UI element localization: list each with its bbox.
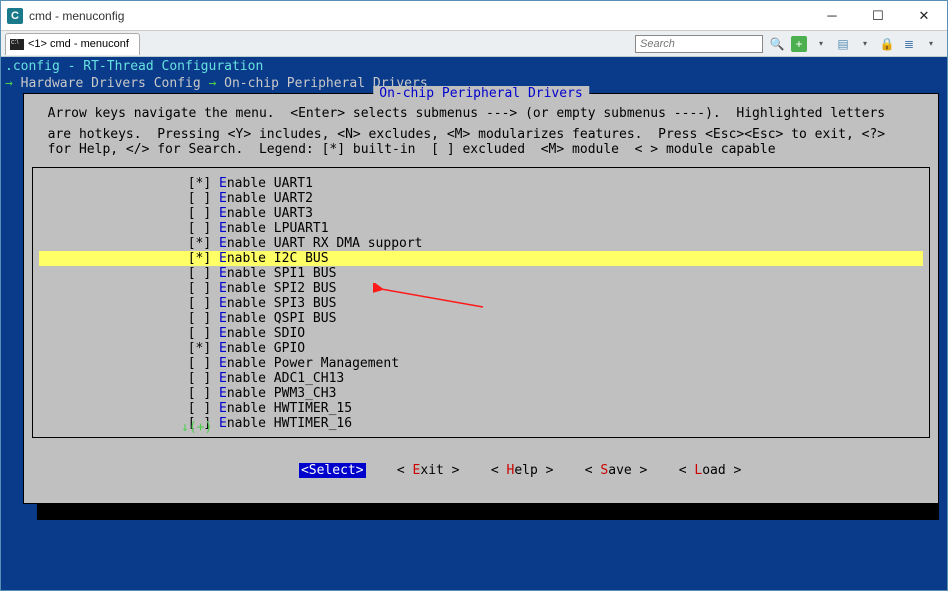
save-button[interactable]: < Save > — [585, 463, 648, 478]
config-title: .config - RT-Thread Configuration — [1, 57, 947, 76]
menu-item[interactable]: [ ] Enable SPI3 BUS — [39, 296, 923, 311]
menu-item[interactable]: [ ] Enable LPUART1 — [39, 221, 923, 236]
help-line: for Help, </> for Search. Legend: [*] bu… — [32, 142, 930, 157]
scroll-down-indicator: ↓(+) — [181, 420, 212, 435]
menu-item[interactable]: [ ] Enable SDIO — [39, 326, 923, 341]
menu-list: [*] Enable UART1 [ ] Enable UART2 [ ] En… — [32, 167, 930, 438]
lock-icon[interactable]: 🔒 — [879, 36, 895, 52]
search-icon[interactable]: 🔍 — [769, 36, 785, 52]
menu-item[interactable]: [ ] Enable SPI1 BUS — [39, 266, 923, 281]
crumb-1: Hardware Drivers Config — [21, 76, 201, 91]
menu-item[interactable]: [ ] Enable UART3 — [39, 206, 923, 221]
search-input[interactable] — [635, 35, 763, 53]
menu-item[interactable]: [*] Enable GPIO — [39, 341, 923, 356]
close-button[interactable]: ✕ — [901, 1, 947, 30]
menu-item[interactable]: [*] Enable UART RX DMA support — [39, 236, 923, 251]
help-line: are hotkeys. Pressing <Y> includes, <N> … — [32, 127, 930, 142]
minimize-button[interactable]: ─ — [809, 1, 855, 30]
menu-item[interactable]: [ ] Enable QSPI BUS — [39, 311, 923, 326]
menu-item[interactable]: [ ] Enable HWTIMER_15 — [39, 401, 923, 416]
menu-item[interactable]: [ ] Enable PWM3_CH3 — [39, 386, 923, 401]
new-tab-dropdown-icon[interactable]: ▾ — [813, 36, 829, 52]
app-icon: C — [7, 8, 23, 24]
terminal-area[interactable]: .config - RT-Thread Configuration → Hard… — [1, 57, 947, 590]
help-button[interactable]: < Help > — [491, 463, 554, 478]
tab-label: <1> cmd - menuconf — [28, 38, 129, 50]
windows-icon[interactable]: ▤ — [835, 36, 851, 52]
terminal-icon — [10, 39, 24, 50]
new-tab-button[interactable]: + — [791, 36, 807, 52]
maximize-button[interactable]: ☐ — [855, 1, 901, 30]
tab-cmd[interactable]: <1> cmd - menuconf — [5, 33, 140, 55]
help-line: Arrow keys navigate the menu. <Enter> se… — [32, 106, 930, 121]
menu-item[interactable]: [*] Enable UART1 — [39, 176, 923, 191]
list-icon[interactable]: ≣ — [901, 36, 917, 52]
menu-item[interactable]: [ ] Enable SPI2 BUS — [39, 281, 923, 296]
arrow-icon: → — [5, 76, 13, 91]
button-row: <Select> < Exit > < Help > < Save > < Lo… — [32, 448, 930, 493]
menu-item[interactable]: [ ] Enable ADC1_CH13 — [39, 371, 923, 386]
titlebar[interactable]: C cmd - menuconfig ─ ☐ ✕ — [1, 1, 947, 31]
menu-item[interactable]: [ ] Enable HWTIMER_16 — [39, 416, 923, 431]
select-button[interactable]: <Select> — [299, 463, 366, 478]
menu-item[interactable]: [ ] Enable Power Management — [39, 356, 923, 371]
panel-shadow — [37, 504, 939, 520]
menu-item[interactable]: [ ] Enable UART2 — [39, 191, 923, 206]
list-dropdown-icon[interactable]: ▾ — [923, 36, 939, 52]
panel-title: On-chip Peripheral Drivers — [373, 86, 589, 101]
arrow-icon: → — [209, 76, 217, 91]
menu-item[interactable]: [*] Enable I2C BUS — [39, 251, 923, 266]
tab-bar: <1> cmd - menuconf 🔍 + ▾ ▤ ▾ 🔒 ≣ ▾ — [1, 31, 947, 57]
exit-button[interactable]: < Exit > — [397, 463, 460, 478]
load-button[interactable]: < Load > — [679, 463, 742, 478]
windows-dropdown-icon[interactable]: ▾ — [857, 36, 873, 52]
window-title: cmd - menuconfig — [29, 9, 124, 23]
config-panel: On-chip Peripheral Drivers Arrow keys na… — [23, 93, 939, 504]
app-window: C cmd - menuconfig ─ ☐ ✕ <1> cmd - menuc… — [0, 0, 948, 591]
